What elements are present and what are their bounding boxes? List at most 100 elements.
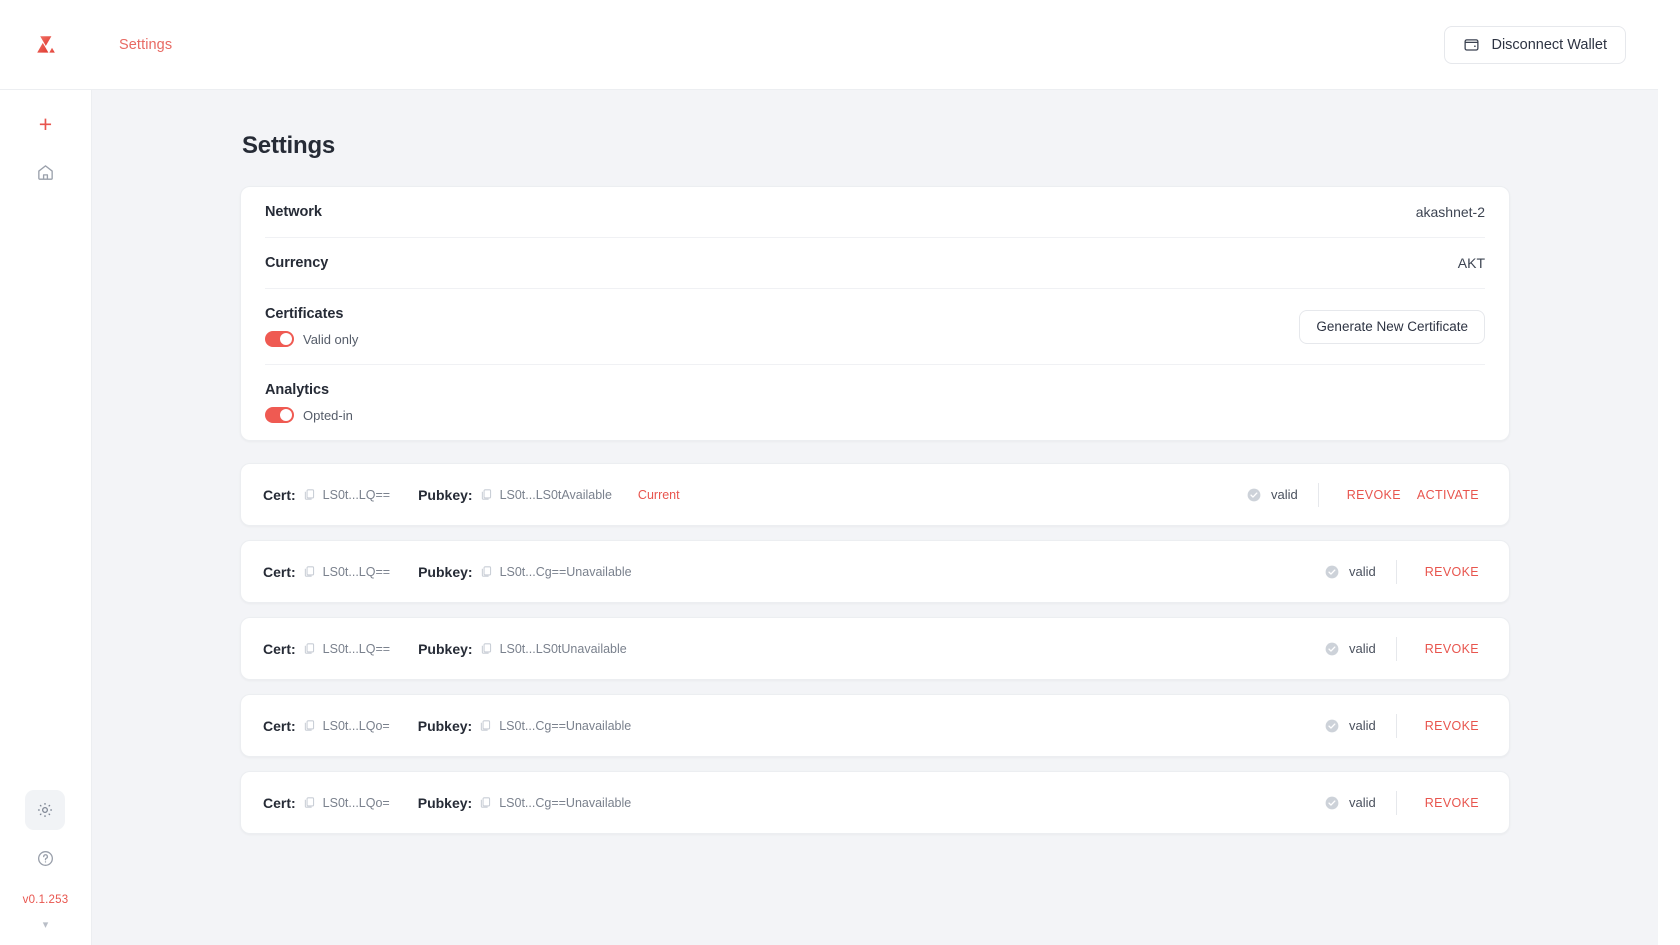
pubkey-key-label: Pubkey:: [417, 717, 473, 734]
status-badge: valid: [1324, 641, 1376, 657]
breadcrumb[interactable]: Settings: [119, 37, 172, 53]
copy-icon[interactable]: [303, 565, 316, 578]
page-title: Settings: [242, 132, 336, 159]
pubkey-value: LS0t...Cg==Unavailable: [499, 795, 632, 810]
certificates-right: Generate New Certificate: [1299, 309, 1485, 344]
network-value: akashnet-2: [1415, 204, 1485, 220]
copy-icon[interactable]: [480, 565, 493, 578]
status-label: valid: [1349, 564, 1376, 579]
valid-only-label: Valid only: [303, 331, 359, 347]
analytics-opted-in-label: Opted-in: [303, 407, 353, 423]
status-badge: valid: [1324, 795, 1376, 811]
revoke-button[interactable]: REVOKE: [1417, 715, 1487, 737]
akash-logo[interactable]: [0, 0, 92, 90]
copy-icon[interactable]: [480, 642, 493, 655]
revoke-button[interactable]: REVOKE: [1339, 484, 1409, 506]
cert-value: LS0t...LQ==: [322, 641, 391, 656]
certificate-row: Cert: LS0t...LQ== Pubkey: LS0t...LS0tUnavai…: [240, 617, 1510, 680]
revoke-button[interactable]: REVOKE: [1417, 561, 1487, 583]
certificate-row-actions: valid REVOKE: [1324, 790, 1487, 815]
disconnect-wallet-button[interactable]: Disconnect Wallet: [1444, 25, 1626, 64]
check-circle-icon: [1324, 641, 1340, 657]
cert-key-label: Cert:: [263, 640, 296, 657]
certificate-row: Cert: LS0t...LQo= Pubkey: LS0t...Cg==Unavai…: [240, 694, 1510, 757]
analytics-opted-in-toggle[interactable]: [265, 407, 294, 423]
home-icon[interactable]: [26, 152, 66, 192]
pubkey-value: LS0t...Cg==Unavailable: [499, 718, 632, 733]
setting-row-analytics: Analytics Opted-in: [265, 365, 1485, 440]
copy-icon[interactable]: [480, 488, 493, 501]
status-label: valid: [1349, 795, 1376, 810]
current-badge: Current: [637, 487, 680, 502]
status-label: valid: [1349, 718, 1376, 733]
cert-field: Cert: LS0t...LQ==: [263, 487, 390, 503]
pubkey-key-label: Pubkey:: [418, 640, 473, 657]
certificate-list: Cert: LS0t...LQ== Pubkey: LS0t...LS0tAvaila…: [240, 463, 1510, 834]
copy-icon[interactable]: [479, 796, 492, 809]
copy-icon[interactable]: [303, 642, 316, 655]
status-badge: valid: [1324, 564, 1376, 580]
cert-value: LS0t...LQ==: [322, 487, 391, 502]
divider: [1395, 636, 1397, 661]
status-label: valid: [1270, 487, 1298, 502]
chevron-down-icon[interactable]: ▾: [43, 918, 49, 931]
copy-icon[interactable]: [303, 488, 316, 501]
status-label: valid: [1349, 641, 1376, 656]
activate-button[interactable]: ACTIVATE: [1409, 484, 1487, 506]
certificates-left: Certificates Valid only: [265, 306, 358, 347]
main-content: Settings Network akashnet-2 Currency AKT…: [92, 90, 1658, 945]
rail-top-group: +: [26, 90, 66, 192]
top-bar: Settings Disconnect Wallet: [0, 0, 1658, 90]
analytics-toggle-group: Opted-in: [265, 407, 353, 423]
valid-only-toggle[interactable]: [265, 331, 294, 347]
certificate-row-actions: valid REVOKE: [1324, 559, 1487, 584]
plus-icon[interactable]: +: [26, 104, 66, 144]
left-rail: + v0.1.253 ▾: [0, 90, 92, 945]
gear-icon[interactable]: [25, 790, 66, 830]
network-label: Network: [265, 204, 322, 220]
currency-label: Currency: [265, 255, 329, 271]
certificate-row: Cert: LS0t...LQo= Pubkey: LS0t...Cg==Unavai…: [240, 771, 1510, 834]
cert-field: Cert: LS0t...LQ==: [263, 641, 390, 657]
divider: [1395, 790, 1397, 815]
analytics-left: Analytics Opted-in: [265, 382, 353, 423]
cert-value: LS0t...LQ==: [322, 564, 391, 579]
pubkey-value: LS0t...LS0tAvailable: [499, 487, 612, 502]
cert-key-label: Cert:: [263, 486, 296, 503]
pubkey-field: Pubkey: LS0t...Cg==Unavailable: [418, 718, 632, 734]
cert-key-label: Cert:: [263, 717, 296, 734]
question-circle-icon[interactable]: [25, 838, 65, 878]
status-badge: valid: [1246, 487, 1298, 503]
check-circle-icon: [1324, 718, 1340, 734]
pubkey-field: Pubkey: LS0t...LS0tAvailable: [418, 487, 612, 503]
certificate-row: Cert: LS0t...LQ== Pubkey: LS0t...LS0tAvaila…: [240, 463, 1510, 526]
revoke-button[interactable]: REVOKE: [1417, 792, 1487, 814]
setting-row-certificates: Certificates Valid only Generate New Cer…: [265, 289, 1485, 365]
settings-card: Network akashnet-2 Currency AKT Certific…: [240, 186, 1510, 441]
pubkey-value: LS0t...LS0tUnavailable: [499, 641, 627, 656]
setting-row-currency: Currency AKT: [265, 238, 1485, 289]
cert-key-label: Cert:: [263, 563, 296, 580]
certificate-row-actions: valid REVOKE ACTIVATE: [1246, 482, 1487, 507]
check-circle-icon: [1324, 564, 1340, 580]
status-badge: valid: [1324, 718, 1376, 734]
currency-value: AKT: [1457, 255, 1485, 271]
copy-icon[interactable]: [479, 719, 492, 732]
certificate-row: Cert: LS0t...LQ== Pubkey: LS0t...Cg==Unavai…: [240, 540, 1510, 603]
generate-new-certificate-button[interactable]: Generate New Certificate: [1299, 309, 1485, 344]
certificate-row-actions: valid REVOKE: [1324, 713, 1487, 738]
certificate-row-actions: valid REVOKE: [1324, 636, 1487, 661]
top-bar-right: Disconnect Wallet: [1444, 25, 1658, 64]
analytics-label: Analytics: [265, 382, 330, 398]
page-container: Settings Network akashnet-2 Currency AKT…: [240, 90, 1510, 834]
cert-field: Cert: LS0t...LQo=: [263, 718, 390, 734]
cert-key-label: Cert:: [263, 794, 296, 811]
copy-icon[interactable]: [303, 796, 316, 809]
pubkey-key-label: Pubkey:: [418, 563, 473, 580]
cert-value: LS0t...LQo=: [322, 718, 390, 733]
copy-icon[interactable]: [303, 719, 316, 732]
revoke-button[interactable]: REVOKE: [1417, 638, 1487, 660]
certificates-label: Certificates: [265, 306, 344, 322]
pubkey-field: Pubkey: LS0t...Cg==Unavailable: [418, 564, 632, 580]
cert-value: LS0t...LQo=: [322, 795, 390, 810]
